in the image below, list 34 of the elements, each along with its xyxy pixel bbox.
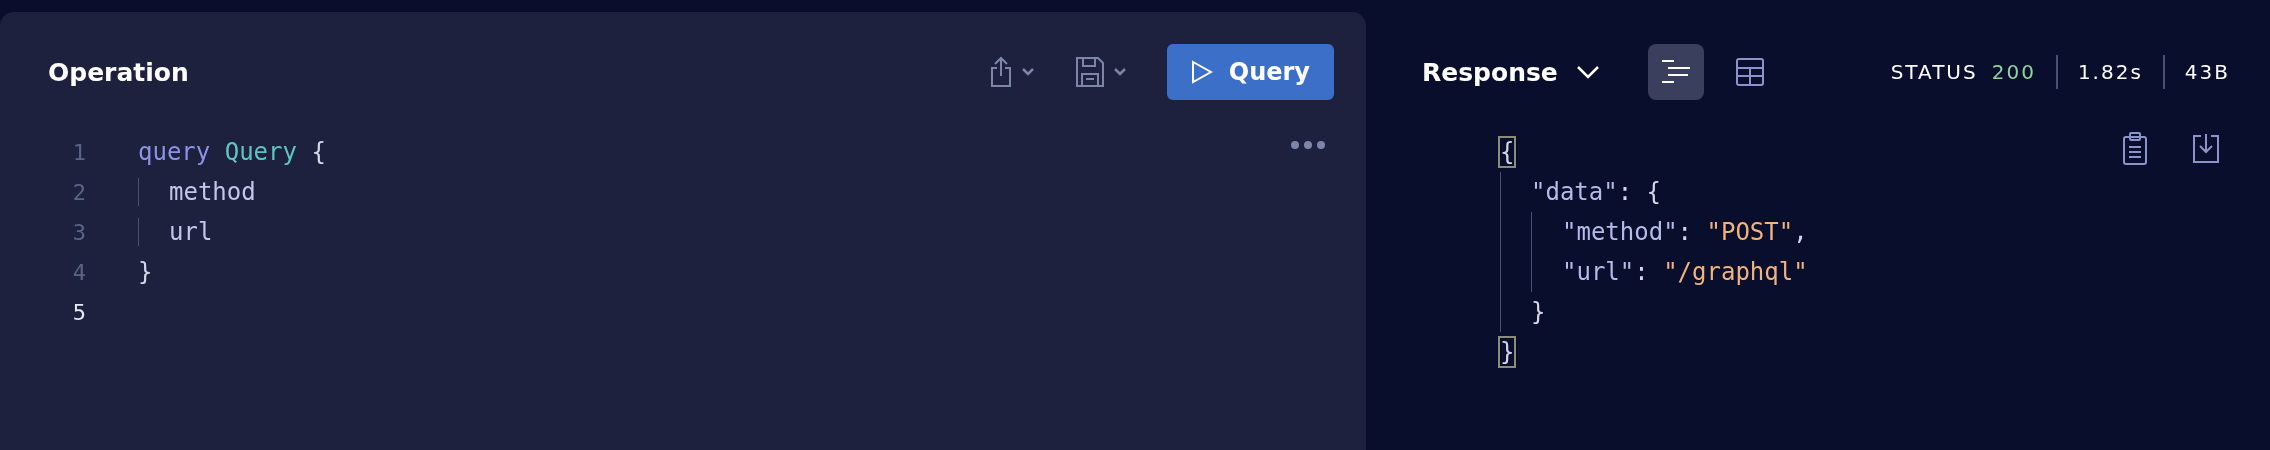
play-icon (1190, 60, 1213, 84)
text-lines-icon (1659, 59, 1692, 85)
panel-title: Operation (48, 57, 189, 87)
json-line: } (1500, 338, 1515, 366)
table-icon (1734, 57, 1765, 87)
status-label: STATUS (1890, 60, 1978, 84)
json-line: { (1500, 138, 1515, 166)
json-line: "data": { (1531, 178, 1662, 206)
save-menu-button[interactable] (1074, 56, 1127, 88)
clipboard-icon[interactable] (2122, 132, 2148, 166)
json-line: } (1531, 298, 1546, 326)
text-view-button[interactable] (1647, 44, 1704, 100)
share-menu-button[interactable] (988, 56, 1035, 88)
line-number: 2 (71, 179, 86, 205)
download-icon[interactable] (2192, 132, 2220, 164)
chevron-down-icon (1020, 67, 1035, 77)
response-time: 1.82s (2077, 60, 2143, 84)
code-line: query Query { (138, 138, 326, 166)
status-code: 200 (1991, 60, 2036, 84)
code-line: } (138, 258, 153, 286)
code-line: method (138, 178, 256, 206)
line-number: 1 (71, 139, 86, 165)
panel-title[interactable]: Response (1422, 57, 1558, 87)
line-number: 4 (71, 259, 86, 285)
run-query-button[interactable]: Query (1166, 44, 1334, 100)
response-size: 43B (2184, 60, 2230, 84)
line-number: 5 (71, 299, 86, 325)
code-line: url (138, 218, 213, 246)
json-line: "method": "POST", (1562, 218, 1808, 246)
json-line: "url": "/graphql" (1562, 258, 1808, 286)
chevron-down-icon[interactable] (1575, 65, 1600, 79)
more-icon[interactable] (1290, 140, 1326, 150)
chevron-down-icon (1112, 67, 1127, 77)
line-number: 3 (71, 219, 86, 245)
